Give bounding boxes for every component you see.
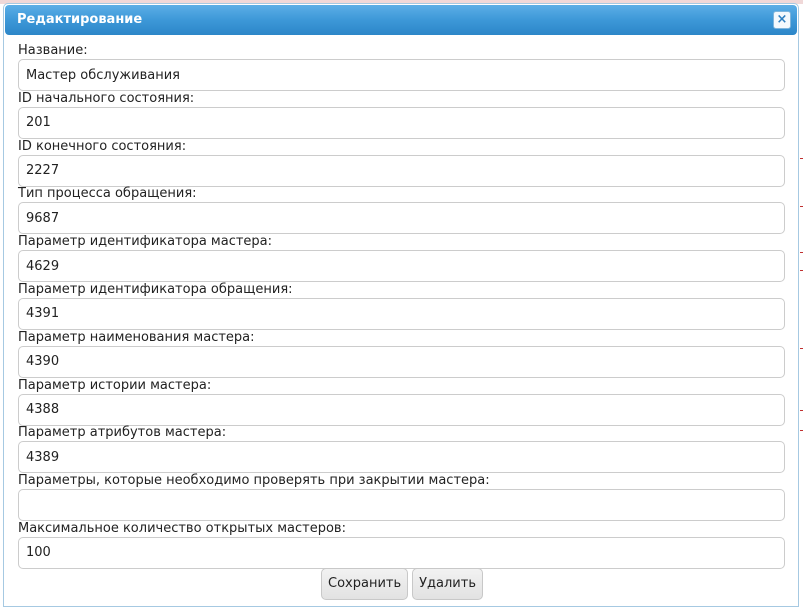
name-input[interactable] xyxy=(18,59,785,91)
field-close-check-params: Параметры, которые необходимо проверять … xyxy=(18,472,785,520)
edit-dialog: Редактирование × Название: ID начального… xyxy=(3,3,799,607)
field-master-history-param: Параметр истории мастера: xyxy=(18,377,785,425)
save-button[interactable]: Сохранить xyxy=(321,568,408,600)
field-master-id-param: Параметр идентификатора мастера: xyxy=(18,233,785,281)
field-close-check-params-label: Параметры, которые необходимо проверять … xyxy=(18,472,785,489)
master-attributes-param-input[interactable] xyxy=(18,441,785,473)
field-name: Название: xyxy=(18,42,785,90)
field-end-state-id-label: ID конечного состояния: xyxy=(18,138,785,155)
close-icon[interactable]: × xyxy=(773,11,791,29)
field-max-open-masters-label: Максимальное количество открытых мастеро… xyxy=(18,520,785,537)
field-start-state-id: ID начального состояния: xyxy=(18,90,785,138)
end-state-id-input[interactable] xyxy=(18,155,785,187)
field-request-id-param: Параметр идентификатора обращения: xyxy=(18,281,785,329)
delete-button[interactable]: Удалить xyxy=(412,568,483,600)
field-max-open-masters: Максимальное количество открытых мастеро… xyxy=(18,520,785,568)
master-id-param-input[interactable] xyxy=(18,250,785,282)
process-type-input[interactable] xyxy=(18,202,785,234)
field-master-id-param-label: Параметр идентификатора мастера: xyxy=(18,233,785,250)
request-id-param-input[interactable] xyxy=(18,298,785,330)
field-master-name-param: Параметр наименования мастера: xyxy=(18,329,785,377)
dialog-title: Редактирование xyxy=(17,12,142,27)
field-master-history-param-label: Параметр истории мастера: xyxy=(18,377,785,394)
field-start-state-id-label: ID начального состояния: xyxy=(18,90,785,107)
start-state-id-input[interactable] xyxy=(18,107,785,139)
field-end-state-id: ID конечного состояния: xyxy=(18,138,785,186)
field-process-type: Тип процесса обращения: xyxy=(18,185,785,233)
dialog-titlebar[interactable]: Редактирование × xyxy=(5,5,797,35)
field-process-type-label: Тип процесса обращения: xyxy=(18,185,785,202)
field-master-name-param-label: Параметр наименования мастера: xyxy=(18,329,785,346)
field-master-attributes-param-label: Параметр атрибутов мастера: xyxy=(18,424,785,441)
field-name-label: Название: xyxy=(18,42,785,59)
field-master-attributes-param: Параметр атрибутов мастера: xyxy=(18,424,785,472)
max-open-masters-input[interactable] xyxy=(18,537,785,569)
master-name-param-input[interactable] xyxy=(18,346,785,378)
master-history-param-input[interactable] xyxy=(18,394,785,426)
edit-form: Название: ID начального состояния: ID ко… xyxy=(18,42,785,568)
close-check-params-input[interactable] xyxy=(18,489,785,521)
field-request-id-param-label: Параметр идентификатора обращения: xyxy=(18,281,785,298)
dialog-button-bar: Сохранить Удалить xyxy=(4,568,799,600)
